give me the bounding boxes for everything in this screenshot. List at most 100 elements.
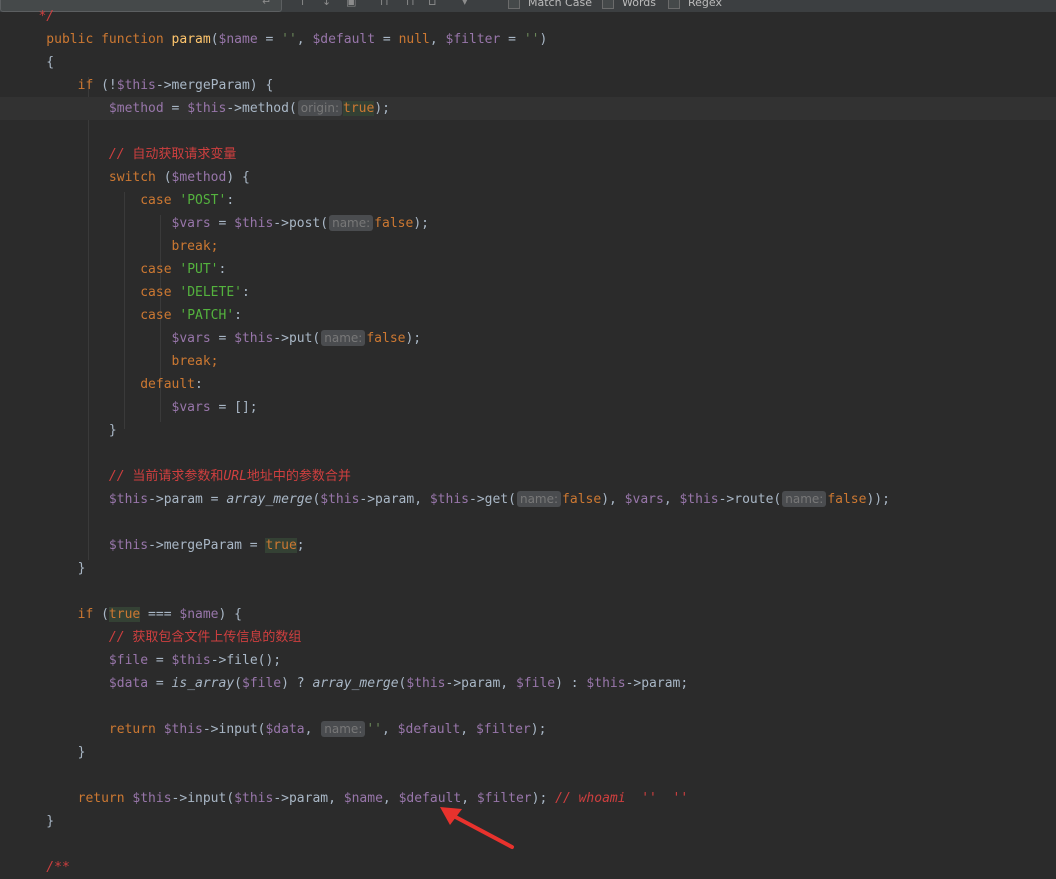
code-text: } [15,419,117,442]
code-token: $this [429,492,469,507]
code-line[interactable] [0,442,1056,465]
code-line[interactable]: $this->mergeParam = true; [0,534,1056,557]
code-line[interactable]: } [0,741,1056,764]
code-token: , [460,722,476,737]
code-line[interactable]: /** [0,856,1056,879]
code-token: ) { [218,607,242,622]
code-text: if (true === $name) { [15,603,242,626]
code-token: , [429,32,446,47]
code-token: $this [171,653,211,668]
code-token: ); [374,101,390,116]
code-text: switch ($method) { [15,166,250,189]
code-line[interactable]: break; [0,235,1056,258]
code-line[interactable]: return $this->input($this->param, $name,… [0,787,1056,810]
code-line[interactable]: $vars = $this->put(name: false); [0,327,1056,350]
code-token: ) { [226,170,250,185]
code-token: } [15,814,55,829]
code-text: $method = $this->method(origin: true); [15,97,390,120]
code-token: 获取包含文件上传信息的数组 [132,630,302,645]
code-token: return [15,791,133,806]
code-line[interactable]: // 当前请求参数和URL地址中的参数合并 [0,465,1056,488]
code-line[interactable]: case 'PUT': [0,258,1056,281]
code-token: $vars [624,492,664,507]
code-token: )); [866,492,890,507]
code-token: , [663,492,680,507]
code-line[interactable]: $vars = $this->post(name: false); [0,212,1056,235]
code-line[interactable]: if (!$this->mergeParam) { [0,74,1056,97]
code-line[interactable]: // 自动获取请求变量 [0,143,1056,166]
code-token: : [195,377,203,392]
code-token: ->mergeParam) { [155,78,274,93]
code-token: , [382,722,398,737]
code-token: $this [234,216,274,231]
code-token: = [210,216,235,231]
code-token: $this [15,492,149,507]
code-text: return $this->input($data, name: '', $def… [15,718,546,741]
code-token: ) [539,32,548,47]
code-line[interactable] [0,511,1056,534]
code-text: $vars = $this->put(name: false); [15,327,421,350]
code-token: = [375,32,399,47]
code-token: ->param; [625,676,689,691]
code-token: // [15,630,133,645]
code-line[interactable]: break; [0,350,1056,373]
code-line[interactable]: switch ($method) { [0,166,1056,189]
code-text: */ [15,5,54,28]
code-token: === [140,607,180,622]
code-line[interactable]: case 'PATCH': [0,304,1056,327]
code-line[interactable]: $file = $this->file(); [0,649,1056,672]
code-token: $vars [15,331,211,346]
code-line[interactable]: public function param($name = '', $defau… [0,28,1056,51]
code-token: break; [15,354,219,369]
red-arrow-annotation [440,807,514,849]
code-token: ->param, [273,791,344,806]
code-token: '' [366,722,383,737]
code-line[interactable]: case 'DELETE': [0,281,1056,304]
code-line[interactable]: case 'POST': [0,189,1056,212]
code-line[interactable]: } [0,419,1056,442]
code-line[interactable] [0,695,1056,718]
code-text: if (!$this->mergeParam) { [15,74,274,97]
code-token: $default [397,722,461,737]
code-text: default: [15,373,203,396]
code-line[interactable] [0,833,1056,856]
code-token: 'PUT' [179,262,219,277]
code-text: // 当前请求参数和URL地址中的参数合并 [15,465,351,488]
code-token: ->param, [445,676,516,691]
code-line[interactable]: return $this->input($data, name: '', $def… [0,718,1056,741]
code-token: $this [234,791,274,806]
code-text: // 获取包含文件上传信息的数组 [15,626,302,649]
code-token: 'DELETE' [179,285,242,300]
code-line[interactable]: $vars = []; [0,396,1056,419]
code-line[interactable]: if (true === $name) { [0,603,1056,626]
code-line[interactable]: // 获取包含文件上传信息的数组 [0,626,1056,649]
code-line[interactable]: $data = is_array($file) ? array_merge($t… [0,672,1056,695]
code-line[interactable] [0,120,1056,143]
code-token: case [15,262,180,277]
code-token: if [15,78,102,93]
code-token: = []; [210,400,258,415]
code-token: $vars [15,400,211,415]
code-line[interactable]: $method = $this->method(origin: true); [0,97,1056,120]
code-line[interactable]: } [0,810,1056,833]
code-token: '' [281,32,297,47]
code-token: = [163,101,188,116]
code-token: ( [234,676,242,691]
code-line[interactable]: { [0,51,1056,74]
code-line[interactable]: $this->param = array_merge($this->param,… [0,488,1056,511]
code-token: 自动获取请求变量 [132,147,237,162]
code-text: $vars = $this->post(name: false); [15,212,429,235]
code-token: is_array [171,676,235,691]
code-line[interactable]: */ [0,5,1056,28]
code-text: $this->mergeParam = true; [15,534,305,557]
code-token: : [242,285,250,300]
code-editor[interactable]: */ public function param($name = '', $de… [0,9,1056,875]
code-token: { [15,55,55,70]
code-token: $name [343,791,383,806]
code-line[interactable]: default: [0,373,1056,396]
code-line[interactable] [0,580,1056,603]
code-token: $name [179,607,219,622]
code-line[interactable]: } [0,557,1056,580]
code-text: break; [15,235,219,258]
code-line[interactable] [0,764,1056,787]
